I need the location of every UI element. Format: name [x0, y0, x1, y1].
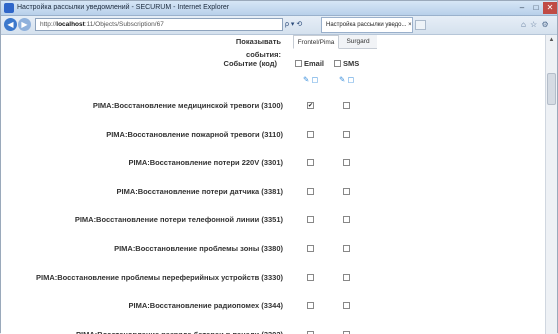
address-bar-icons[interactable]: ρ ▾ ⟲: [285, 18, 319, 31]
navigation-bar: ◀ ▶ http://localhost:11/Objects/Subscrip…: [1, 16, 557, 35]
email-all-checkbox[interactable]: [295, 60, 302, 67]
address-host: localhost: [56, 21, 85, 28]
email-column-header: Email: [304, 59, 325, 68]
email-column-tools[interactable]: ✎ ▢: [303, 75, 319, 84]
sms-checkbox[interactable]: [343, 159, 350, 166]
browser-window: Настройка рассылки уведомлений - SECURUM…: [0, 0, 558, 334]
event-code-header: Событие (код): [223, 59, 277, 68]
new-tab-button[interactable]: [415, 20, 426, 30]
event-label: PIMA:Восстановление потери телефонной ли…: [74, 215, 283, 224]
email-checkbox[interactable]: ✔: [307, 102, 314, 109]
address-path: :11/Objects/Subscription/67: [84, 21, 164, 28]
email-checkbox[interactable]: [307, 216, 314, 223]
close-icon[interactable]: ✕: [543, 2, 557, 14]
maximize-icon[interactable]: □: [529, 2, 543, 14]
window-title: Настройка рассылки уведомлений - SECURUM…: [17, 4, 230, 11]
email-checkbox[interactable]: [307, 274, 314, 281]
address-prefix: http://: [40, 21, 57, 28]
address-bar[interactable]: http://localhost:11/Objects/Subscription…: [35, 18, 283, 31]
sms-checkbox[interactable]: [343, 216, 350, 223]
email-checkbox[interactable]: [307, 131, 314, 138]
sms-checkbox[interactable]: [343, 245, 350, 252]
browser-tool-icons[interactable]: ⌂ ☆ ⚙: [521, 19, 555, 31]
sms-checkbox[interactable]: [343, 102, 350, 109]
email-checkbox[interactable]: [307, 188, 314, 195]
title-bar: Настройка рассылки уведомлений - SECURUM…: [1, 1, 557, 16]
forward-button[interactable]: ▶: [18, 18, 31, 31]
scroll-thumb[interactable]: [547, 73, 556, 105]
tab-surgard[interactable]: Surgard: [339, 35, 377, 49]
event-label: PIMA:Восстановление разряда батареи в па…: [21, 330, 283, 334]
ie-logo-icon: [4, 3, 14, 13]
scroll-up-arrow[interactable]: ▲: [547, 36, 556, 44]
event-label: PIMA:Восстановление потери датчика (3381…: [116, 187, 284, 196]
email-checkbox[interactable]: [307, 245, 314, 252]
vertical-scrollbar[interactable]: ▲: [545, 35, 557, 334]
show-events-label: Показывать события:: [235, 37, 281, 59]
sms-checkbox[interactable]: [343, 302, 350, 309]
tab-frontel-pima[interactable]: Frontel/Pima: [293, 35, 339, 49]
sms-checkbox[interactable]: [343, 274, 350, 281]
event-label: PIMA:Восстановление радиопомех (3344): [128, 301, 283, 310]
sms-all-checkbox[interactable]: [334, 60, 341, 67]
email-checkbox[interactable]: [307, 302, 314, 309]
event-label: PIMA:Восстановление проблемы переферийны…: [35, 273, 283, 282]
page-content: Показывать события: Frontel/Pima Surgard…: [1, 35, 545, 334]
minimize-icon[interactable]: –: [515, 2, 529, 14]
event-label: PIMA:Восстановление проблемы зоны (3380): [114, 244, 283, 253]
sms-column-tools[interactable]: ✎ ▢: [339, 75, 355, 84]
event-label: PIMA:Восстановление потери 220V (3301): [128, 158, 283, 167]
event-label: PIMA:Восстановление медицинской тревоги …: [92, 101, 283, 110]
sms-checkbox[interactable]: [343, 188, 350, 195]
sms-checkbox[interactable]: [343, 131, 350, 138]
event-label: PIMA:Восстановление пожарной тревоги (31…: [106, 130, 283, 139]
sms-column-header: SMS: [343, 59, 360, 68]
back-button[interactable]: ◀: [4, 18, 17, 31]
email-checkbox[interactable]: [307, 159, 314, 166]
browser-tab[interactable]: Настройка рассылки уведо... ×: [321, 17, 413, 33]
